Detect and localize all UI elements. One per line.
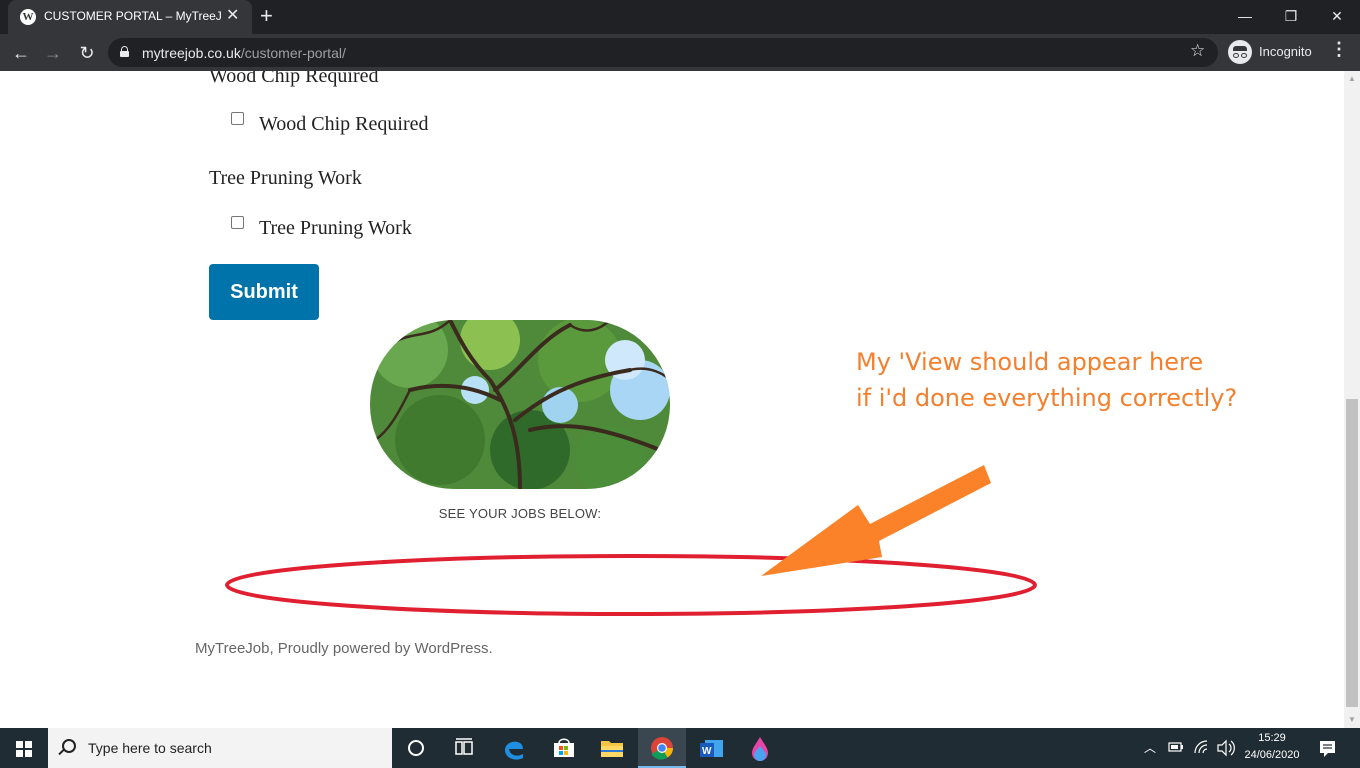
minimize-button[interactable]: —: [1232, 4, 1258, 28]
incognito-badge[interactable]: Incognito: [1228, 40, 1318, 65]
store-icon[interactable]: [540, 728, 588, 768]
cortana-icon[interactable]: [392, 728, 440, 768]
wood-chip-heading: Wood Chip Required: [209, 71, 379, 87]
footer-text: , Proudly powered by WordPress.: [269, 640, 493, 657]
url-domain: mytreejob.co.uk: [142, 45, 241, 61]
task-view-icon[interactable]: [440, 728, 488, 768]
windows-taskbar: Type here to search W ︿ 15:29 24/06/2020: [0, 728, 1360, 768]
wifi-icon[interactable]: [1190, 728, 1214, 768]
url-path: /customer-portal/: [240, 45, 346, 61]
browser-tab-active[interactable]: W CUSTOMER PORTAL – MyTreeJob ✕: [8, 0, 252, 34]
browser-menu-icon[interactable]: ⋮: [1330, 39, 1348, 60]
volume-icon[interactable]: [1214, 728, 1238, 768]
notifications-icon[interactable]: [1306, 728, 1348, 768]
lock-icon[interactable]: [120, 46, 129, 57]
browser-tab-bar: W CUSTOMER PORTAL – MyTreeJob ✕ + — ❐ ✕: [0, 0, 1360, 34]
reload-button[interactable]: ↻: [74, 40, 100, 66]
annotation-line-2: if i'd done everything correctly?: [856, 384, 1238, 412]
web-page: Wood Chip Required Wood Chip Required Tr…: [0, 71, 1344, 728]
edge-icon[interactable]: [490, 728, 538, 768]
address-bar[interactable]: mytreejob.co.uk/customer-portal/ ☆: [108, 38, 1218, 67]
wood-chip-checkbox[interactable]: [231, 112, 244, 125]
annotation-ellipse: [225, 554, 1037, 616]
window-close-button[interactable]: ✕: [1324, 4, 1350, 28]
clock-date[interactable]: 24/06/2020: [1240, 749, 1304, 761]
annotation-line-1: My 'View should appear here: [856, 348, 1204, 376]
incognito-icon: [1228, 40, 1252, 64]
incognito-label: Incognito: [1259, 44, 1312, 59]
paint-icon[interactable]: [736, 728, 784, 768]
clock-time[interactable]: 15:29: [1240, 732, 1304, 744]
tray-chevron-icon[interactable]: ︿: [1144, 739, 1156, 756]
annotation-text: My 'View should appear here if i'd done …: [856, 344, 1237, 416]
bookmark-star-icon[interactable]: ☆: [1190, 41, 1205, 61]
battery-icon[interactable]: [1164, 728, 1188, 768]
file-explorer-icon[interactable]: [588, 728, 636, 768]
start-button[interactable]: [0, 728, 48, 768]
chrome-icon[interactable]: [638, 728, 686, 768]
site-footer: MyTreeJob, Proudly powered by WordPress.: [195, 640, 493, 657]
footer-site-link[interactable]: MyTreeJob: [195, 640, 269, 657]
tree-pruning-option-label[interactable]: Tree Pruning Work: [259, 217, 412, 240]
back-button[interactable]: ←: [8, 40, 34, 66]
tree-pruning-checkbox[interactable]: [231, 216, 244, 229]
wordpress-favicon-icon: W: [20, 9, 36, 25]
url-text[interactable]: mytreejob.co.uk/customer-portal/: [142, 45, 346, 61]
browser-toolbar: ← → ↻ mytreejob.co.uk/customer-portal/ ☆…: [0, 34, 1360, 71]
scrollbar-thumb[interactable]: [1346, 399, 1358, 707]
windows-logo-icon: [16, 741, 32, 757]
search-placeholder: Type here to search: [88, 740, 212, 756]
new-tab-button[interactable]: +: [260, 3, 273, 29]
svg-text:W: W: [702, 746, 712, 757]
scroll-down-arrow-icon[interactable]: ▼: [1344, 712, 1360, 728]
scroll-up-arrow-icon[interactable]: ▲: [1344, 71, 1360, 87]
taskbar-search-box[interactable]: Type here to search: [48, 728, 392, 768]
tab-title: CUSTOMER PORTAL – MyTreeJob: [44, 9, 222, 23]
wood-chip-option-label[interactable]: Wood Chip Required: [259, 113, 428, 136]
jobs-caption: SEE YOUR JOBS BELOW:: [438, 506, 602, 521]
restore-button[interactable]: ❐: [1278, 4, 1304, 28]
page-scrollbar[interactable]: ▲ ▼: [1344, 71, 1360, 728]
tree-pruning-heading: Tree Pruning Work: [209, 167, 362, 189]
forward-button[interactable]: →: [40, 40, 66, 66]
annotation-arrow: [761, 465, 991, 576]
search-icon: [62, 739, 76, 753]
word-icon[interactable]: W: [688, 728, 736, 768]
submit-button[interactable]: Submit: [209, 264, 319, 320]
tree-canopy-image: [370, 320, 670, 489]
tab-close-icon[interactable]: ✕: [226, 7, 239, 25]
